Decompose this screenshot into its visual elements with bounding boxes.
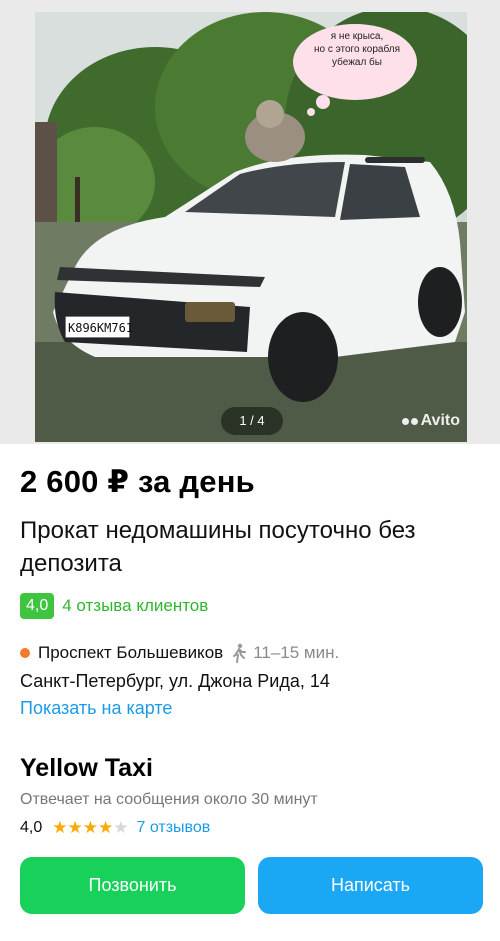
write-message-button[interactable]: Написать: [258, 857, 483, 914]
listing-photo[interactable]: К896КМ761: [35, 12, 467, 442]
metro-line-icon: [20, 648, 30, 658]
speech-bubble-text: я не крыса, но с этого корабля убежал бы: [295, 30, 419, 69]
license-plate-text: К896КМ761: [68, 321, 133, 335]
photo-counter: 1 / 4: [221, 407, 283, 435]
price: 2 600 ₽ за день: [20, 464, 255, 499]
show-on-map-link[interactable]: Показать на карте: [20, 698, 172, 719]
client-reviews-link[interactable]: 4 отзыва клиентов: [62, 596, 208, 616]
metro-row: Проспект Большевиков 11–15 мин.: [20, 643, 339, 663]
star-icon: ★: [52, 818, 68, 837]
seller-reply-time: Отвечает на сообщения около 30 минут: [20, 791, 318, 808]
star-icon: ★: [67, 818, 83, 837]
star-icon: ★: [82, 818, 98, 837]
seller-reviews-link[interactable]: 7 отзывов: [137, 819, 211, 837]
star-empty-icon: ★: [113, 818, 129, 837]
speech-line-1: я не крыса,: [330, 31, 384, 42]
walk-time: 11–15 мин.: [253, 643, 340, 662]
seller-rating: 4,0 ★ ★ ★ ★ ★ 7 отзывов: [20, 819, 210, 837]
listing-title: Прокат недомашины посуточно без депозита: [20, 517, 416, 577]
watermark-text: Avito: [420, 412, 460, 429]
star-icon: ★: [98, 818, 114, 837]
avito-logo-icon: [401, 417, 418, 425]
metro-station: Проспект Большевиков: [38, 643, 224, 662]
walking-person-icon: [231, 643, 247, 663]
listing-rating: 4,0 4 отзыва клиентов: [20, 593, 208, 619]
photo-gallery[interactable]: К896КМ761 я не крыса, но с этого корабля…: [0, 0, 500, 444]
seller-rating-value: 4,0: [20, 819, 43, 836]
call-button[interactable]: Позвонить: [20, 857, 245, 914]
avito-watermark: Avito: [401, 412, 460, 430]
speech-line-3: убежал бы: [332, 57, 382, 68]
seller-name[interactable]: Yellow Taxi: [20, 754, 153, 783]
rating-stars: ★ ★ ★ ★ ★: [52, 819, 128, 837]
rating-badge: 4,0: [20, 593, 55, 619]
address: Санкт-Петербург, ул. Джона Рида, 14: [20, 671, 330, 691]
speech-line-2: но с этого корабля: [313, 44, 401, 55]
